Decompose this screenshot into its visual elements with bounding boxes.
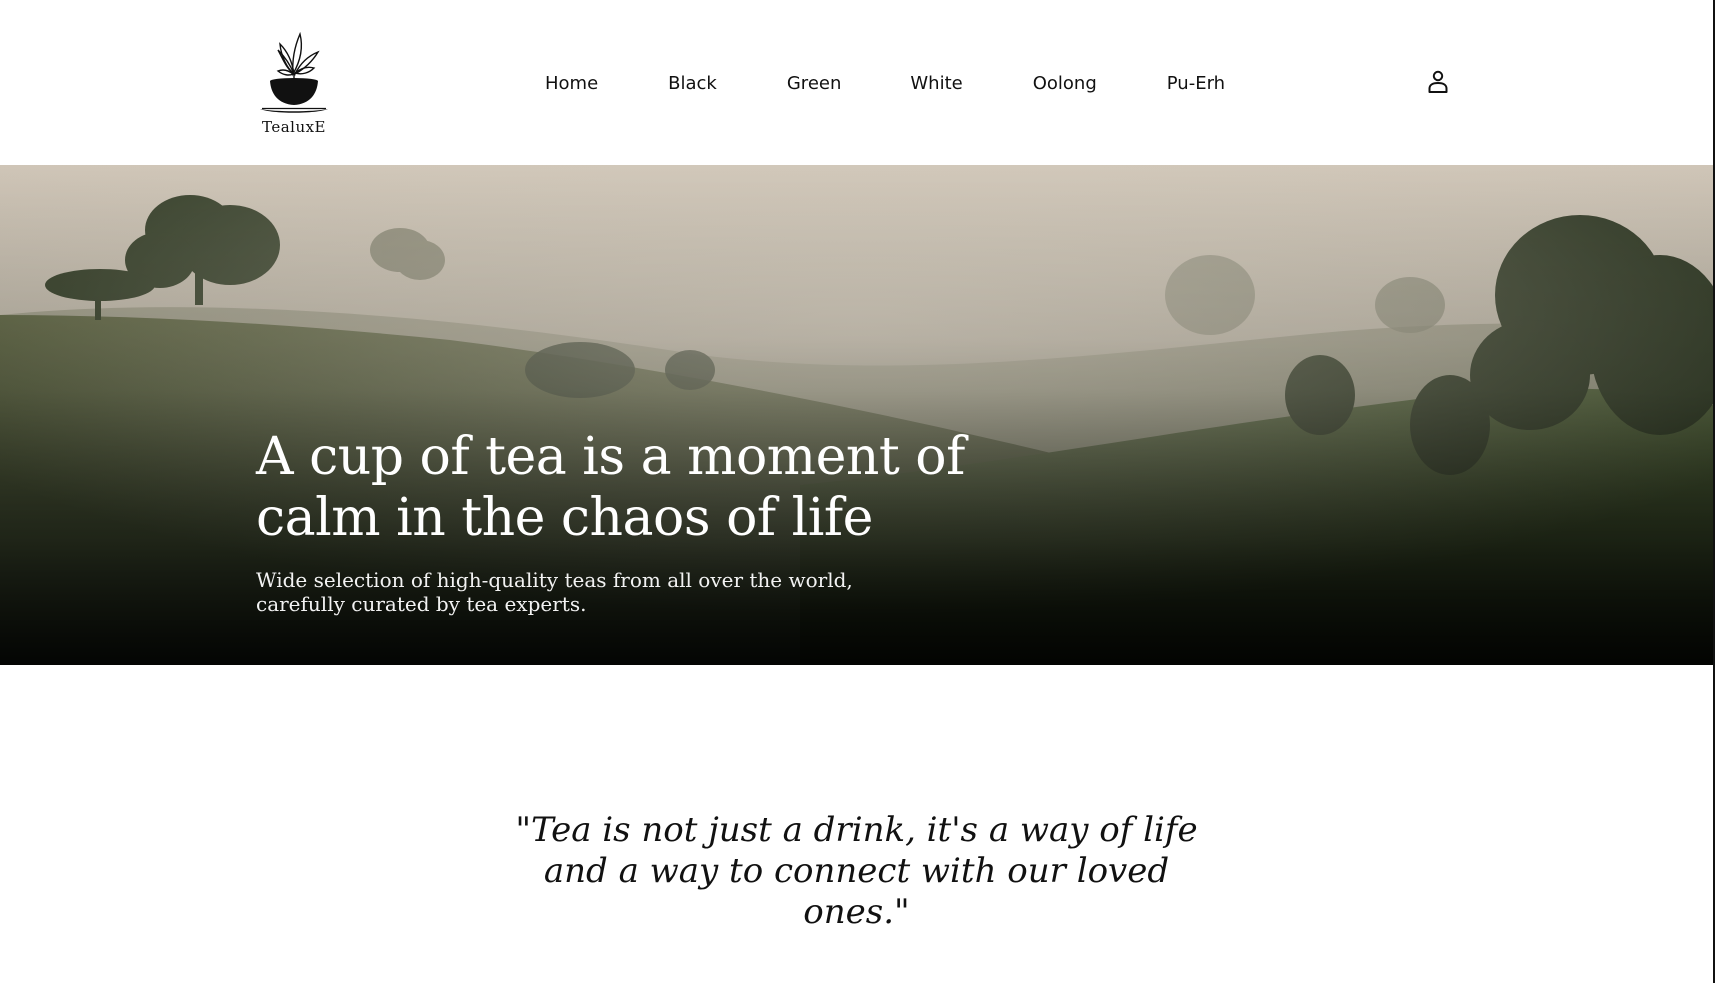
- site-header: TealuxE Home Black Green White Oolong Pu…: [0, 0, 1713, 165]
- brand-logo[interactable]: TealuxE: [256, 26, 332, 138]
- nav-item-black[interactable]: Black: [668, 70, 717, 98]
- main-nav: Home Black Green White Oolong Pu-Erh: [545, 70, 1225, 98]
- hero-banner: A cup of tea is a moment of calm in the …: [0, 165, 1713, 665]
- quote-section: "Tea is not just a drink, it's a way of …: [0, 810, 1713, 933]
- nav-item-oolong[interactable]: Oolong: [1033, 70, 1097, 98]
- hero-subtitle: Wide selection of high-quality teas from…: [256, 568, 853, 616]
- nav-item-white[interactable]: White: [910, 70, 962, 98]
- nav-item-pu-erh[interactable]: Pu-Erh: [1167, 70, 1225, 98]
- page: TealuxE Home Black Green White Oolong Pu…: [0, 0, 1715, 983]
- nav-item-green[interactable]: Green: [787, 70, 842, 98]
- quote-text: "Tea is not just a drink, it's a way of …: [515, 810, 1198, 932]
- brand-name: TealuxE: [261, 118, 327, 136]
- tea-cup-leaves-icon: [260, 31, 328, 113]
- hero-title: A cup of tea is a moment of calm in the …: [256, 427, 965, 548]
- account-button[interactable]: [1426, 69, 1450, 95]
- user-account-icon: [1428, 70, 1448, 93]
- nav-item-home[interactable]: Home: [545, 70, 598, 98]
